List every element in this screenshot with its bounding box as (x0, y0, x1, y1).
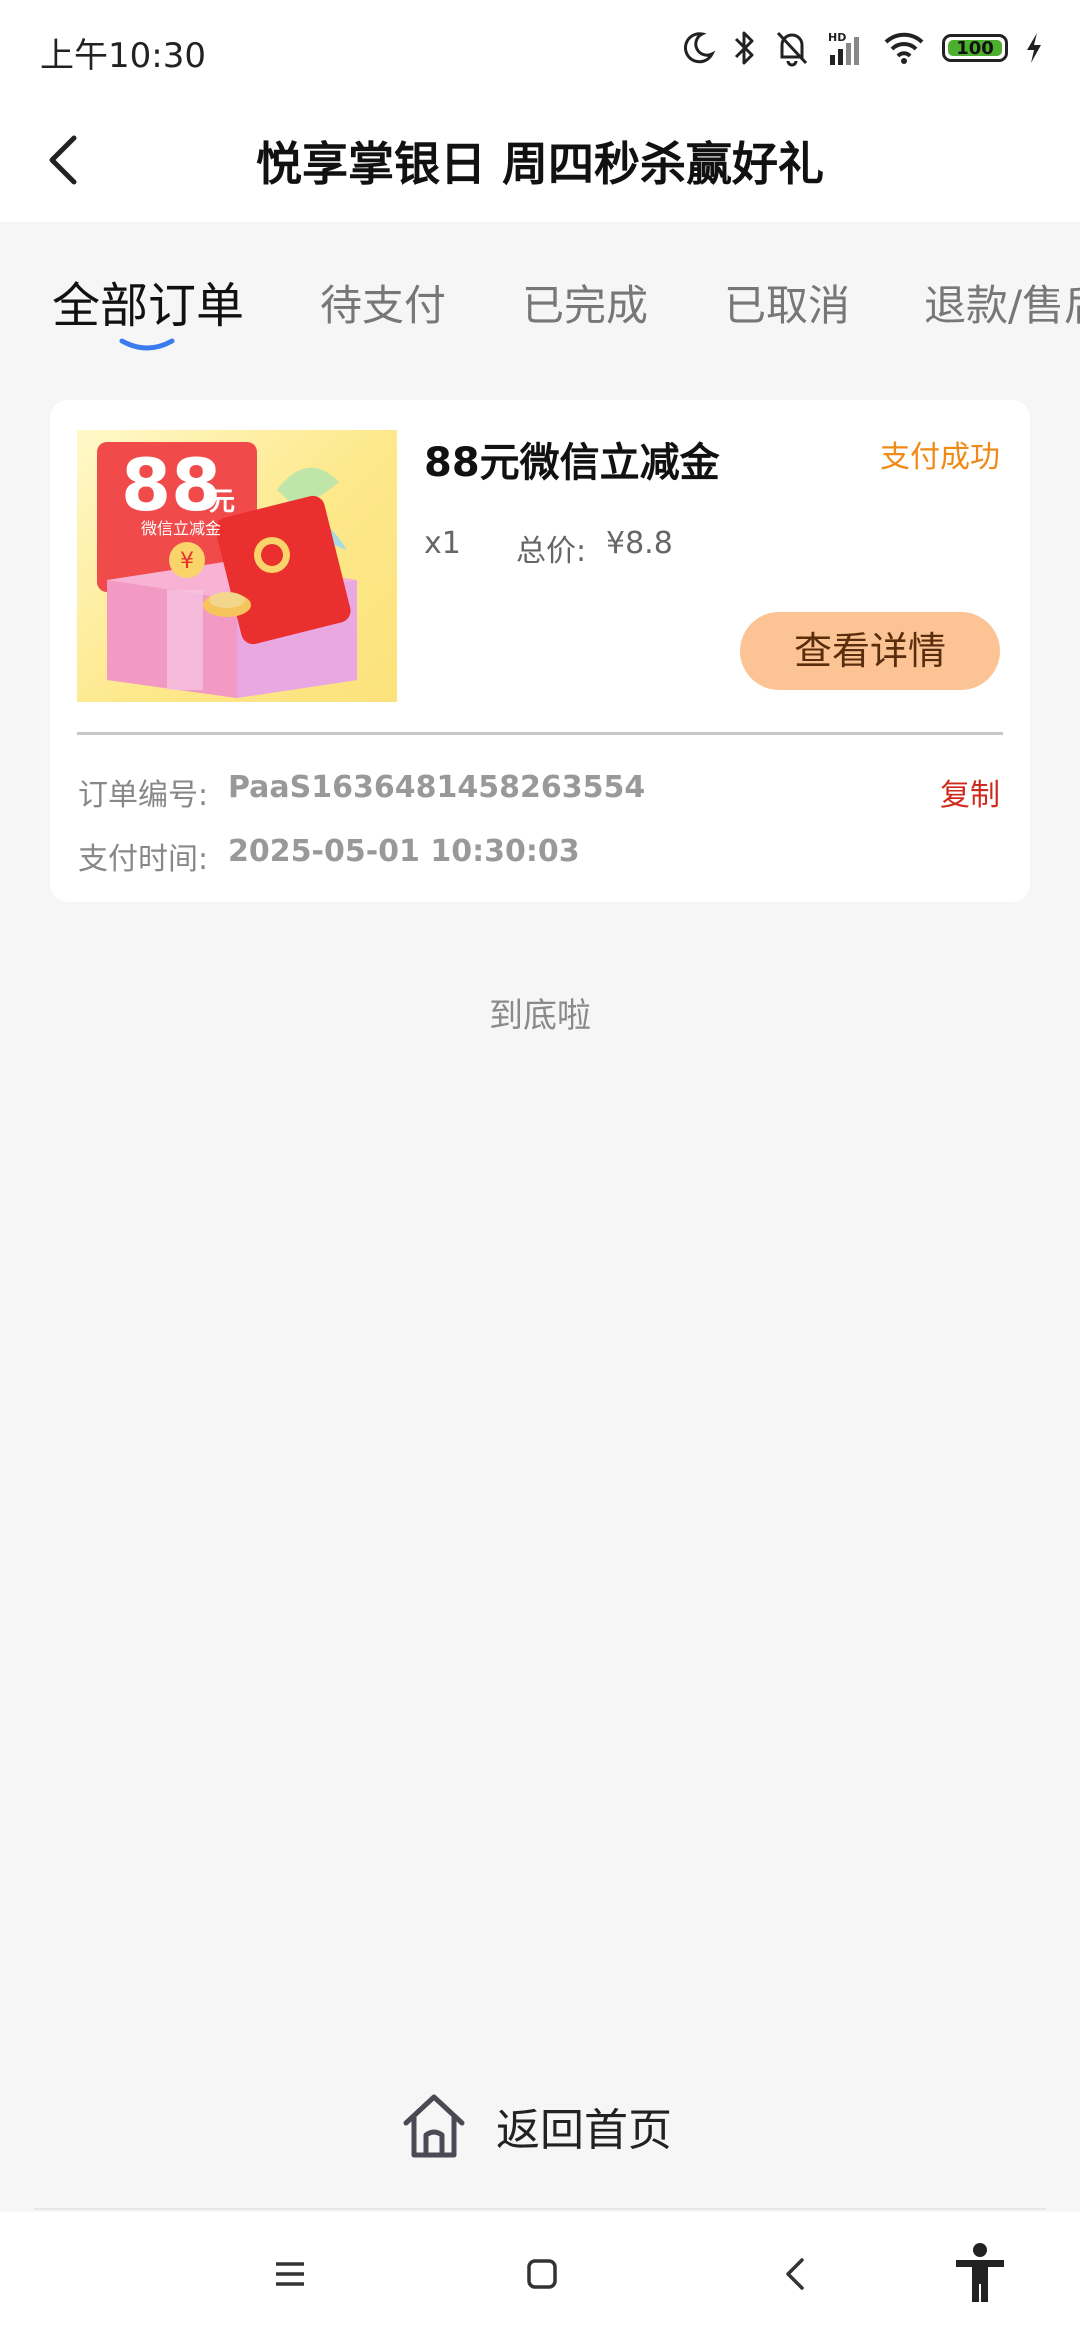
status-time: 上午10:30 (40, 36, 206, 76)
battery-level: 100 (956, 37, 994, 59)
payment-time-label: 支付时间: (78, 842, 209, 877)
copy-order-number-button[interactable]: 复制 (940, 770, 1000, 814)
charging-icon (1024, 31, 1044, 65)
order-tabs: 全部订单 待支付 已完成 已取消 退款/售后 (0, 222, 1080, 372)
back-to-home-button[interactable]: 返回首页 (398, 2086, 672, 2166)
image-unit-text: 元 (209, 487, 235, 517)
tab-all-orders[interactable]: 全部订单 (52, 266, 244, 336)
list-end-text: 到底啦 (489, 996, 591, 1036)
order-card[interactable]: ¥ 88 元 微信立减金 88元微信立减金 支付成功 x1 总价: ¥8.8 查… (50, 400, 1030, 902)
bottom-divider (34, 2208, 1046, 2210)
home-square-icon[interactable] (522, 2252, 562, 2300)
bluetooth-icon (732, 29, 758, 67)
wifi-icon (882, 30, 926, 66)
accessibility-icon[interactable] (952, 2242, 1008, 2308)
signal-icon: HD (826, 29, 866, 67)
tab-completed[interactable]: 已完成 (522, 272, 648, 333)
menu-icon[interactable] (270, 2252, 310, 2300)
total-price-value: ¥8.8 (606, 526, 673, 561)
tab-pending-payment[interactable]: 待支付 (320, 272, 446, 333)
product-image[interactable]: ¥ 88 元 微信立减金 (77, 430, 397, 702)
card-divider (77, 732, 1003, 735)
order-number-label: 订单编号: (78, 778, 209, 813)
status-icons: HD 100 (680, 26, 1044, 70)
image-caption-text: 微信立减金 (141, 519, 221, 538)
payment-time-value: 2025-05-01 10:30:03 (228, 834, 580, 869)
mute-bell-icon (774, 29, 810, 67)
order-number-value: PaaS1636481458263554 (228, 770, 646, 805)
active-tab-indicator (118, 337, 176, 353)
battery-icon: 100 (942, 34, 1008, 62)
back-icon[interactable] (776, 2252, 816, 2300)
product-quantity: x1 (424, 526, 461, 561)
image-amount-text: 88 (121, 443, 221, 527)
moon-icon (680, 30, 716, 66)
view-details-button[interactable]: 查看详情 (740, 612, 1000, 690)
back-to-home-label: 返回首页 (496, 2105, 672, 2156)
tab-cancelled[interactable]: 已取消 (724, 272, 850, 333)
total-price-label: 总价: (516, 534, 587, 569)
system-nav-bar (0, 2212, 1080, 2340)
signal-badge-text: HD (828, 31, 846, 44)
status-bar: 上午10:30 HD 100 (0, 0, 1080, 96)
home-icon (398, 2091, 470, 2161)
order-status: 支付成功 (880, 440, 1000, 475)
coin-text: ¥ (180, 549, 194, 574)
product-name[interactable]: 88元微信立减金 (424, 430, 720, 488)
page-header: 悦享掌银日 周四秒杀赢好礼 (0, 96, 1080, 222)
tab-refund[interactable]: 退款/售后 (924, 272, 1080, 333)
page-title: 悦享掌银日 周四秒杀赢好礼 (255, 137, 824, 191)
